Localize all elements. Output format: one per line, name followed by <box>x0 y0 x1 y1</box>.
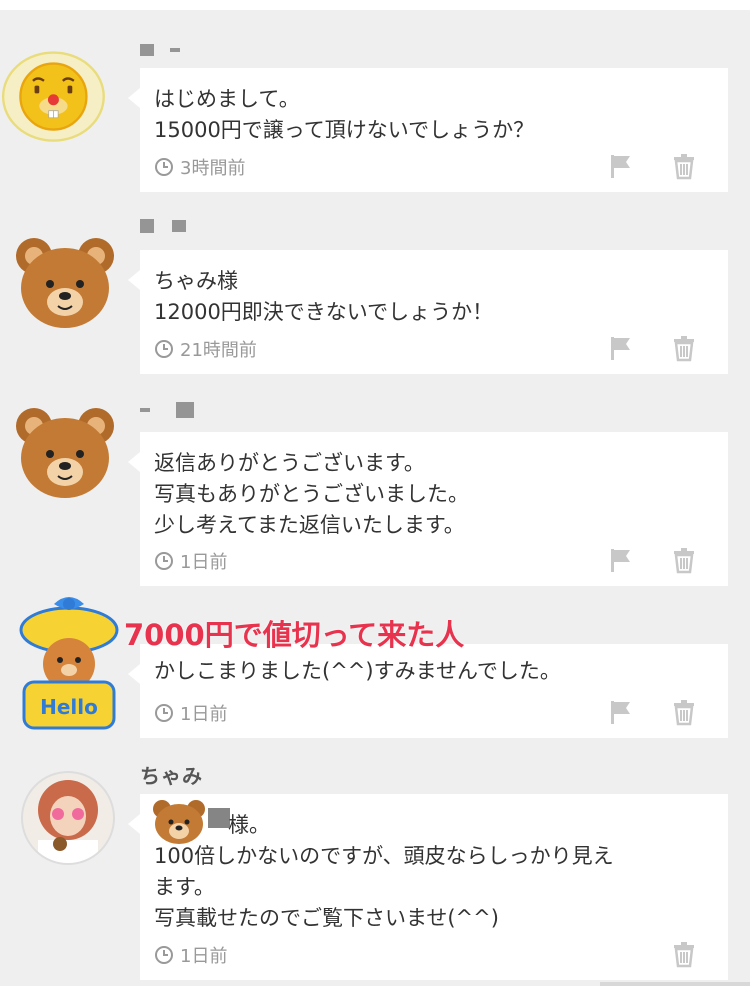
user-photo-avatar[interactable] <box>20 770 116 866</box>
comment-text: 様。 100倍しかないのですが、頭皮ならしっかり見え ます。 写真載せたのでご覧… <box>154 810 714 934</box>
trash-icon[interactable] <box>670 940 698 968</box>
comment-text: 返信ありがとうございます。 写真もありがとうございました。 少し考えてまた返信い… <box>154 448 714 541</box>
username <box>140 212 186 238</box>
trash-icon[interactable] <box>670 334 698 362</box>
comment-bubble: かしこまりました(^^)すみませんでした。 1日前 <box>128 644 728 738</box>
username: ちゃみ <box>140 764 203 788</box>
timestamp-label: 3時間前 <box>180 158 246 179</box>
username <box>140 36 180 62</box>
comment-line: 100倍しかないのですが、頭皮ならしっかり見え <box>154 844 614 868</box>
clock-icon <box>154 157 174 177</box>
comment-bubble: はじめまして。 15000円で譲って頂けないでしょうか？ 3時間前 <box>128 68 728 192</box>
comment-line: 写真載せたのでご覧下さいませ(^^) <box>154 906 499 930</box>
comment-line: 写真もありがとうございました。 <box>154 482 469 506</box>
trash-icon[interactable] <box>670 546 698 574</box>
trash-icon[interactable] <box>670 698 698 726</box>
clock-icon <box>154 339 174 359</box>
comment-line: 様。 <box>228 813 270 837</box>
redacted-name <box>208 808 230 828</box>
comment-thread: はじめまして。 15000円で譲って頂けないでしょうか？ 3時間前 ちゃみ様 1… <box>0 0 750 986</box>
timestamp: 1日前 <box>154 702 228 725</box>
timestamp: 21時間前 <box>154 338 257 361</box>
timestamp: 1日前 <box>154 944 228 967</box>
svg-text:Hello: Hello <box>40 695 98 719</box>
comment-line: はじめまして。 <box>154 87 300 111</box>
bottom-strip <box>600 982 750 986</box>
teddy-bear-face-icon[interactable] <box>10 228 120 338</box>
timestamp: 3時間前 <box>154 156 246 179</box>
clock-icon <box>154 551 174 571</box>
timestamp: 1日前 <box>154 550 228 573</box>
handwritten-annotation: 7000円で値切って来た人 <box>124 618 465 652</box>
comment-bubble: ちゃみ様 12000円即決できないでしょうか！ 21時間前 <box>128 250 728 374</box>
top-strip <box>0 0 750 10</box>
timestamp-label: 21時間前 <box>180 340 257 361</box>
flag-icon[interactable] <box>606 546 634 574</box>
comment-line: 少し考えてまた返信いたします。 <box>154 513 465 537</box>
clock-icon <box>154 945 174 965</box>
username <box>140 396 194 422</box>
bear-sticker-icon <box>150 797 208 845</box>
timestamp-label: 1日前 <box>180 552 228 573</box>
timestamp-label: 1日前 <box>180 946 228 967</box>
hello-bear-sticker-icon[interactable]: Hello <box>14 590 124 740</box>
trash-icon[interactable] <box>670 152 698 180</box>
comment-line: 12000円即決できないでしょうか！ <box>154 300 494 324</box>
comment-line: ます。 <box>154 875 215 899</box>
comment-line: 15000円で譲って頂けないでしょうか？ <box>154 118 535 142</box>
clock-icon <box>154 703 174 723</box>
comment-text: かしこまりました(^^)すみませんでした。 <box>154 656 714 687</box>
teddy-bear-face-icon[interactable] <box>10 398 120 508</box>
timestamp-label: 1日前 <box>180 704 228 725</box>
flag-icon[interactable] <box>606 698 634 726</box>
comment-line: ちゃみ様 <box>154 269 238 293</box>
comment-bubble: 返信ありがとうございます。 写真もありがとうございました。 少し考えてまた返信い… <box>128 432 728 586</box>
comment-text: ちゃみ様 12000円即決できないでしょうか！ <box>154 266 714 328</box>
flag-icon[interactable] <box>606 334 634 362</box>
comment-line: 返信ありがとうございます。 <box>154 451 425 475</box>
comment-text: はじめまして。 15000円で譲って頂けないでしょうか？ <box>154 84 714 146</box>
comment-line: かしこまりました(^^)すみませんでした。 <box>154 659 561 683</box>
beaver-face-icon[interactable] <box>0 40 140 160</box>
flag-icon[interactable] <box>606 152 634 180</box>
